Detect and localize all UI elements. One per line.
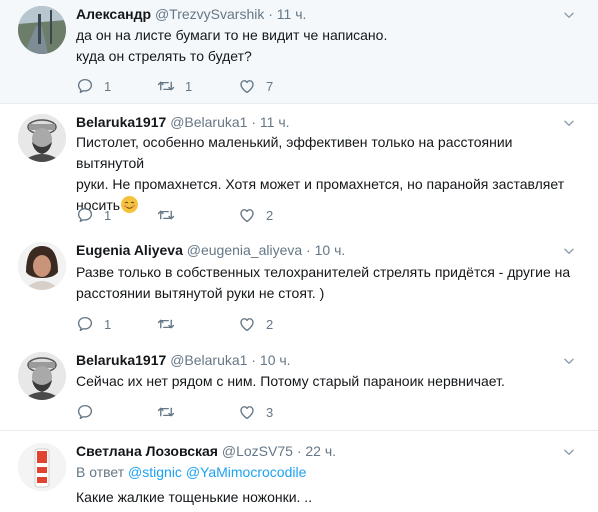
tweet-header: Belaruka1917 @Belaruka1 · 11 ч. [76,113,290,131]
tweet-text: В ответ @stignic @YaMimocrocodile Какие … [76,462,576,508]
mention-link[interactable]: @YaMimocrocodile [186,464,307,480]
timestamp[interactable]: 11 ч. [277,6,307,22]
tweet-1[interactable]: Александр @TrezvySvarshik · 11 ч. да он … [0,0,598,103]
separator-dot: · [306,242,311,258]
avatar[interactable] [18,6,66,54]
reply-context: В ответ @stignic @YaMimocrocodile [76,462,576,483]
retweet-button[interactable] [157,401,185,423]
tweet-5[interactable]: Светлана Лозовская @LozSV75 · 22 ч. В от… [0,431,598,512]
reply-icon [76,206,94,224]
retweet-button[interactable] [157,313,185,335]
author-handle[interactable]: @Belaruka1 [170,114,247,130]
heart-icon [238,206,256,224]
reply-count: 1 [104,207,112,223]
reply-button[interactable]: 1 [76,75,111,97]
author-name[interactable]: Eugenia Aliyeva [76,242,183,258]
retweet-button[interactable]: 1 [157,75,192,97]
reply-button[interactable] [76,401,104,423]
author-name[interactable]: Belaruka1917 [76,114,166,130]
avatar-image [18,6,66,54]
reply-to-label: В ответ [76,464,125,480]
retweet-count: 1 [185,78,193,94]
reply-icon [76,77,94,95]
heart-icon [238,403,256,421]
tweet-2[interactable]: Belaruka1917 @Belaruka1 · 11 ч. Пистолет… [0,104,598,230]
avatar[interactable] [18,352,66,400]
tweet-text: Сейчас их нет рядом с ним. Потому старый… [76,371,576,392]
avatar-image [18,443,66,491]
avatar[interactable] [18,443,66,491]
reply-count: 1 [104,316,112,332]
author-name[interactable]: Belaruka1917 [76,352,166,368]
reply-count: 1 [104,78,112,94]
separator-dot: · [268,6,273,22]
tweet-header: Светлана Лозовская @LozSV75 · 22 ч. [76,442,336,460]
author-name[interactable]: Александр [76,6,151,22]
avatar-image [18,242,66,290]
reply-button[interactable]: 1 [76,313,111,335]
separator-dot: · [251,352,257,368]
chevron-down-icon[interactable] [562,8,576,22]
separator-dot: · [296,443,302,459]
tweet-text-line: Разве только в собственных телохранителе… [76,264,571,280]
like-count: 2 [266,316,274,332]
like-count: 2 [266,207,274,223]
mention-link[interactable]: @stignic [128,464,182,480]
avatar-image [18,114,66,162]
timestamp[interactable]: 22 ч. [305,443,336,459]
tweet-text: Разве только в собственных телохранителе… [76,262,576,304]
retweet-icon [157,315,175,333]
tweet-3[interactable]: Eugenia Aliyeva @eugenia_aliyeva · 10 ч.… [0,230,598,342]
like-button[interactable]: 2 [238,313,273,335]
tweet-text: Пистолет, особенно маленький, эффективен… [76,132,576,216]
reply-icon [76,315,94,333]
tweet-text-line: Сейчас их нет рядом с ним. Потому старый… [76,373,505,389]
relieved-face-emoji [121,196,139,213]
avatar[interactable] [18,242,66,290]
tweet-text-line: Какие жалкие тощенькие ножонки. .. [76,489,313,505]
author-name[interactable]: Светлана Лозовская [76,443,218,459]
timestamp[interactable]: 10 ч. [260,352,291,368]
heart-icon [238,315,256,333]
chevron-down-icon[interactable] [562,354,576,368]
tweet-text-line: руки. Не промахнется. Хотя может и прома… [76,176,565,192]
tweet-header: Eugenia Aliyeva @eugenia_aliyeva · 10 ч. [76,241,345,259]
timestamp[interactable]: 10 ч. [315,242,346,258]
retweet-button[interactable] [157,204,185,226]
chevron-down-icon[interactable] [562,116,576,130]
like-count: 3 [266,404,274,420]
reply-icon [76,403,94,421]
retweet-icon [157,206,175,224]
tweet-text-line: куда он стрелять то будет? [76,48,252,64]
tweet-text-line-last: носить [76,195,576,216]
like-count: 7 [266,78,274,94]
author-handle[interactable]: @eugenia_aliyeva [187,242,302,258]
like-button[interactable]: 7 [238,75,273,97]
author-handle[interactable]: @Belaruka1 [170,352,247,368]
tweet-text-line: Пистолет, особенно маленький, эффективен… [76,134,513,171]
retweet-icon [157,403,175,421]
tweet-text-line: да он на листе бумаги то не видит че нап… [76,27,388,43]
retweet-icon [157,77,175,95]
avatar-image [18,352,66,400]
tweet-text-line: расстоянии вытянутой руки не стоят. ) [76,285,325,301]
separator-dot: · [251,114,257,130]
timestamp[interactable]: 11 ч. [260,114,290,130]
reply-button[interactable]: 1 [76,204,111,226]
heart-icon [238,77,256,95]
tweet-header: Александр @TrezvySvarshik · 11 ч. [76,5,306,23]
author-handle[interactable]: @LozSV75 [222,443,293,459]
chevron-down-icon[interactable] [562,244,576,258]
avatar[interactable] [18,114,66,162]
tweet-header: Belaruka1917 @Belaruka1 · 10 ч. [76,351,291,369]
like-button[interactable]: 3 [238,401,273,423]
chevron-down-icon[interactable] [562,445,576,459]
author-handle[interactable]: @TrezvySvarshik [155,6,264,22]
like-button[interactable]: 2 [238,204,273,226]
tweet-4[interactable]: Belaruka1917 @Belaruka1 · 10 ч. Сейчас и… [0,342,598,430]
tweet-text: да он на листе бумаги то не видит че нап… [76,25,576,67]
